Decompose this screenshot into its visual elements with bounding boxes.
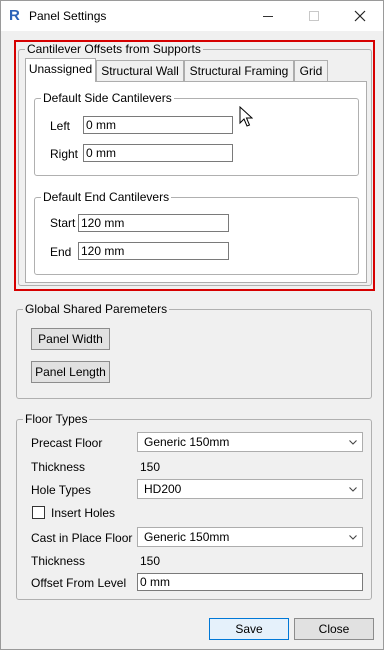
cast-in-place-floor-dropdown[interactable]: Generic 150mm	[137, 527, 363, 547]
save-button[interactable]: Save	[209, 618, 289, 640]
maximize-button[interactable]	[291, 1, 337, 31]
tab-panel-unassigned: Default Side Cantilevers Left 0 mm Right…	[25, 81, 367, 283]
title-bar: R Panel Settings	[1, 1, 383, 31]
side-cantilevers-group: Default Side Cantilevers	[34, 91, 359, 176]
close-window-button[interactable]	[337, 1, 383, 31]
precast-floor-label: Precast Floor	[31, 436, 103, 450]
side-cantilevers-legend: Default Side Cantilevers	[41, 91, 174, 105]
window-title: Panel Settings	[29, 9, 107, 23]
global-shared-parameters-legend: Global Shared Paremeters	[23, 302, 170, 316]
thickness-value-2: 150	[140, 554, 161, 568]
chevron-down-icon	[348, 480, 358, 498]
close-button[interactable]: Close	[294, 618, 374, 640]
tab-structural-wall[interactable]: Structural Wall	[96, 60, 184, 81]
revit-app-icon: R	[9, 7, 20, 24]
mouse-cursor-icon	[239, 106, 253, 127]
tab-structural-framing[interactable]: Structural Framing	[184, 60, 294, 81]
cast-in-place-floor-label: Cast in Place Floor	[31, 531, 133, 545]
minimize-button[interactable]	[245, 1, 291, 31]
precast-floor-dropdown[interactable]: Generic 150mm	[137, 432, 363, 452]
start-field[interactable]: 120 mm	[78, 214, 229, 232]
end-field[interactable]: 120 mm	[78, 242, 229, 260]
right-field[interactable]: 0 mm	[83, 144, 233, 162]
minimize-icon	[263, 15, 273, 17]
thickness-value: 150	[140, 460, 161, 474]
panel-length-button[interactable]: Panel Length	[31, 361, 110, 383]
panel-settings-window: R Panel Settings Cantilever Offsets from…	[0, 0, 384, 650]
insert-holes-label: Insert Holes	[51, 506, 116, 520]
chevron-down-icon	[348, 528, 358, 546]
global-shared-parameters-group: Global Shared Paremeters	[16, 302, 372, 399]
offset-from-level-field[interactable]: 0 mm	[137, 573, 363, 591]
hole-types-dropdown[interactable]: HD200	[137, 479, 363, 499]
cantilever-offsets-legend: Cantilever Offsets from Supports	[25, 42, 203, 56]
panel-width-button[interactable]: Panel Width	[31, 328, 110, 350]
end-cantilevers-legend: Default End Cantilevers	[41, 190, 172, 204]
tab-unassigned[interactable]: Unassigned	[25, 58, 96, 82]
right-label: Right	[50, 147, 79, 161]
precast-floor-value: Generic 150mm	[144, 435, 230, 449]
left-label: Left	[50, 119, 71, 133]
chevron-down-icon	[348, 433, 358, 451]
left-field[interactable]: 0 mm	[83, 116, 233, 134]
hole-types-label: Hole Types	[31, 483, 91, 497]
thickness-label-2: Thickness	[31, 554, 86, 568]
end-cantilevers-group: Default End Cantilevers	[34, 190, 359, 275]
floor-types-legend: Floor Types	[23, 412, 90, 426]
thickness-label: Thickness	[31, 460, 86, 474]
close-icon	[354, 10, 366, 22]
cast-in-place-floor-value: Generic 150mm	[144, 530, 230, 544]
insert-holes-checkbox[interactable]	[32, 506, 45, 519]
maximize-icon	[309, 11, 319, 21]
tab-grid[interactable]: Grid	[294, 60, 328, 81]
start-label: Start	[50, 216, 76, 230]
end-label: End	[50, 245, 72, 259]
offset-from-level-label: Offset From Level	[31, 576, 127, 590]
hole-types-value: HD200	[144, 482, 182, 496]
